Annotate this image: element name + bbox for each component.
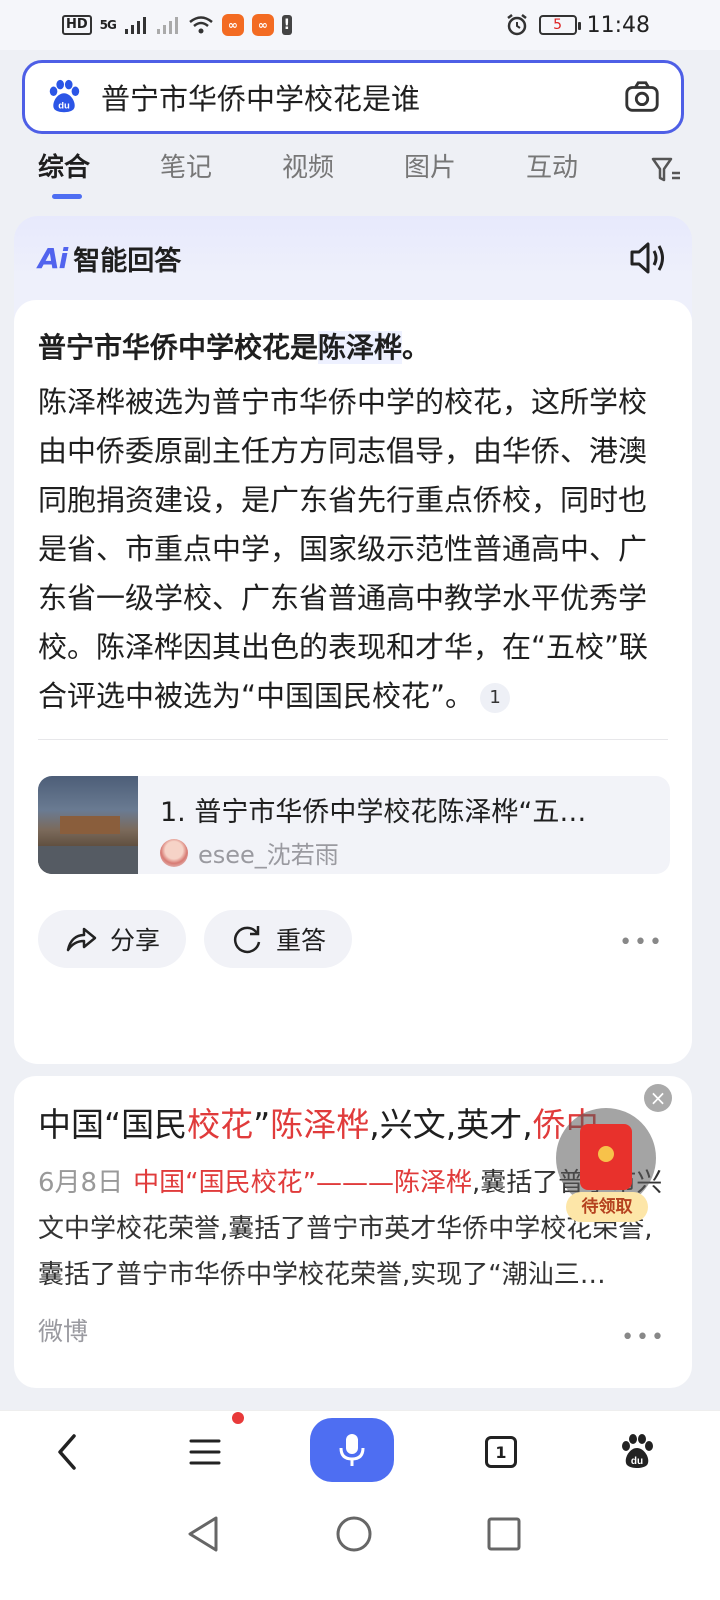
nav-recents-icon[interactable] [482, 1512, 526, 1556]
answer-text: 陈泽桦被选为普宁市华侨中学的校花，这所学校由中侨委原副主任方方同志倡导，由华侨、… [38, 385, 649, 713]
result-title-highlight: 校花 [187, 1105, 254, 1144]
share-button[interactable]: 分享 [38, 910, 187, 968]
result-source: 微博 [38, 1317, 89, 1346]
back-arrow-icon [58, 1434, 76, 1470]
snippet-highlight: 中国“国民校花”———陈泽桦 [133, 1168, 473, 1198]
voice-search-button[interactable] [310, 1418, 394, 1482]
ai-badge: Ai [38, 241, 68, 275]
tab-all[interactable]: 综合 [38, 140, 160, 204]
avatar [160, 838, 188, 867]
baidu-paw-logo-icon[interactable]: du [45, 78, 83, 116]
baidu-paw-icon: du [622, 1434, 653, 1468]
answer-headline-suffix: 。 [402, 331, 431, 364]
source-author: esee_沈若雨 [198, 841, 339, 869]
result-title-part: ” [253, 1105, 271, 1144]
app-notification-icon: ∞ [221, 14, 244, 36]
result-title-highlight: 陈泽桦 [270, 1105, 370, 1144]
tab-count-icon: 1 [485, 1436, 517, 1468]
ai-card-header: Ai 智能回答 [14, 216, 692, 300]
result-title-part: 中国“国民 [38, 1105, 188, 1144]
red-envelope-label: 待领取 [566, 1192, 648, 1222]
nav-home-icon[interactable] [332, 1512, 376, 1556]
ai-answer-card: Ai 智能回答 普宁市华侨中学校花是陈泽桦。 陈泽桦被选为普宁市华侨中学的校花，… [14, 216, 692, 1064]
back-button[interactable] [42, 1427, 92, 1477]
system-nav-bar [0, 1492, 720, 1600]
nav-back-icon[interactable] [182, 1512, 226, 1556]
status-left: HD 5G ∞ ∞ ! [62, 14, 292, 36]
source-reference-card[interactable]: 1. 普宁市华侨中学校花陈泽桦“五… esee_沈若雨 [38, 776, 670, 874]
signal-2-icon [156, 17, 178, 34]
share-icon [66, 927, 97, 952]
tab-notes[interactable]: 笔记 [160, 140, 282, 204]
result-title-part: ,兴文,英才, [369, 1105, 533, 1144]
source-author-row: esee_沈若雨 [160, 835, 586, 870]
ai-title-label: 智能回答 [73, 245, 182, 277]
more-options-icon[interactable]: ••• [619, 930, 664, 955]
answer-headline-prefix: 普宁市华侨中学校花是 [38, 331, 319, 364]
alert-icon: ! [281, 15, 292, 35]
search-bar[interactable]: du [22, 60, 684, 134]
refresh-icon [234, 926, 261, 954]
citation-badge[interactable]: 1 [480, 683, 511, 713]
more-options-icon[interactable]: ••• [621, 1325, 666, 1350]
camera-icon[interactable] [623, 78, 661, 116]
status-right: 5 11:48 [505, 13, 650, 38]
menu-icon [189, 1439, 221, 1465]
baidu-home-button[interactable]: du [612, 1427, 662, 1477]
signal-5g-label: 5G [99, 18, 117, 32]
alarm-icon [506, 14, 527, 36]
regenerate-button[interactable]: 重答 [204, 910, 353, 968]
microphone-icon [339, 1434, 365, 1466]
red-envelope-float[interactable]: 待领取 [556, 1108, 656, 1222]
red-envelope-icon [580, 1124, 632, 1190]
source-title: 1. 普宁市华侨中学校花陈泽桦“五… [160, 797, 587, 828]
search-input[interactable] [101, 80, 623, 114]
result-tabs: 综合 笔记 视频 图片 互动 [0, 140, 720, 204]
menu-button[interactable] [180, 1427, 230, 1477]
answer-actions: 分享 重答 ••• [38, 910, 668, 968]
divider [38, 739, 668, 740]
notification-dot [232, 1412, 244, 1424]
answer-paragraph: 陈泽桦被选为普宁市华侨中学的校花，这所学校由中侨委原副主任方方同志倡导，由华侨、… [38, 378, 668, 721]
tab-images[interactable]: 图片 [404, 140, 526, 204]
ai-title: Ai 智能回答 [38, 239, 181, 278]
source-thumbnail [38, 776, 138, 874]
result-date: 6月8日 [38, 1168, 124, 1198]
status-bar: HD 5G ∞ ∞ ! 5 11:48 [0, 0, 720, 50]
app-notification-2-icon: ∞ [251, 14, 274, 36]
battery-icon: 5 [538, 15, 581, 35]
tab-interact[interactable]: 互动 [526, 140, 648, 204]
tabs-button[interactable]: 1 [476, 1427, 526, 1477]
answer-headline-name[interactable]: 陈泽桦 [318, 331, 403, 364]
ai-answer-body: 普宁市华侨中学校花是陈泽桦。 陈泽桦被选为普宁市华侨中学的校花，这所学校由中侨委… [14, 300, 692, 1064]
svg-text:du: du [58, 100, 70, 111]
filter-icon[interactable] [650, 154, 682, 186]
clock: 11:48 [586, 12, 650, 38]
answer-headline: 普宁市华侨中学校花是陈泽桦。 [38, 326, 668, 370]
speaker-icon[interactable] [628, 240, 668, 276]
svg-text:du: du [631, 1456, 643, 1467]
tab-video[interactable]: 视频 [282, 140, 404, 204]
signal-icon [124, 17, 146, 34]
wifi-icon [189, 16, 213, 34]
source-info: 1. 普宁市华侨中学校花陈泽桦“五… esee_沈若雨 [138, 776, 586, 874]
hd-badge: HD [62, 15, 92, 35]
regenerate-label: 重答 [276, 926, 327, 955]
share-label: 分享 [110, 926, 161, 955]
